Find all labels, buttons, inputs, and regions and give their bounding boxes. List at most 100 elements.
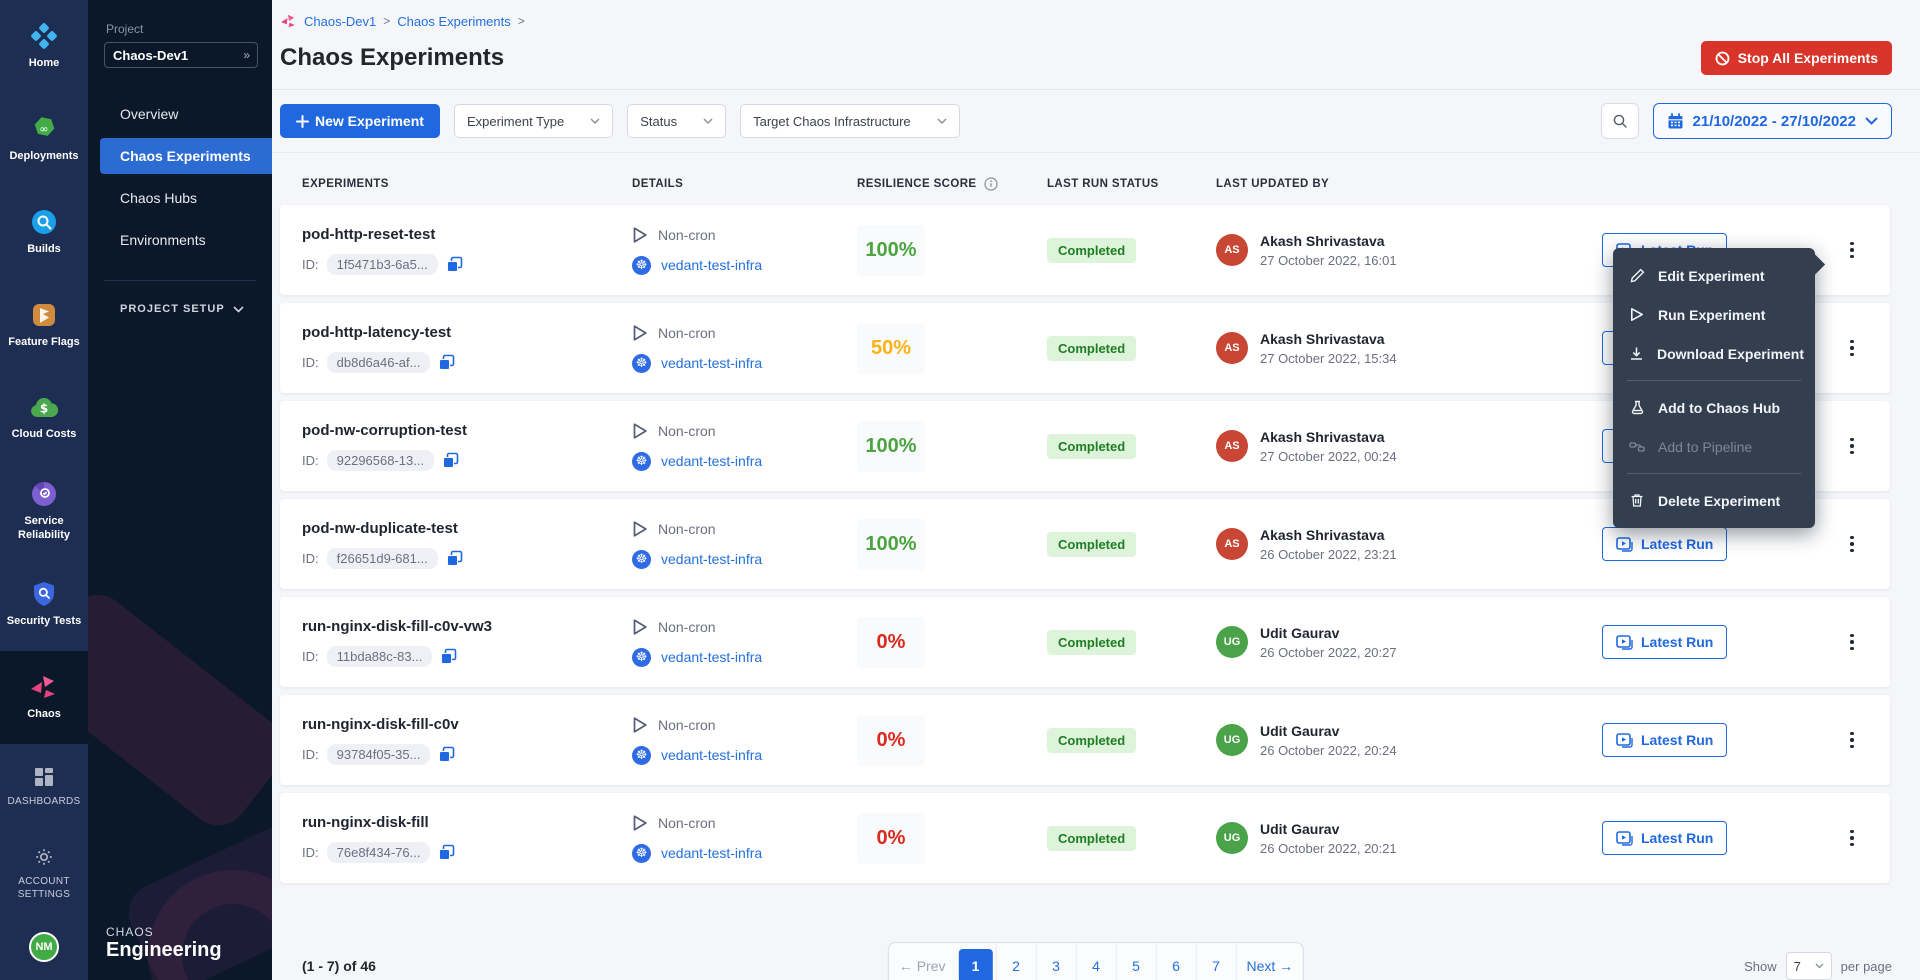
date-range-picker[interactable]: 21/10/2022 - 27/10/2022 [1653,103,1892,139]
rail-item-builds[interactable]: Builds [0,186,88,279]
experiment-name[interactable]: pod-http-latency-test [302,324,632,341]
experiment-name[interactable]: pod-nw-duplicate-test [302,520,632,537]
page-button-5[interactable]: 5 [1116,943,1156,980]
experiment-cell: pod-http-reset-test ID: 1f5471b3-6a5... [302,226,632,275]
page-button-3[interactable]: 3 [1036,943,1076,980]
row-menu-button[interactable] [1838,625,1866,659]
page-button-1[interactable]: 1 [956,943,996,980]
sidebar-item-overview[interactable]: Overview [88,96,272,132]
resilience-cell: 100% [857,519,1047,570]
kubernetes-icon: ☸ [632,550,651,569]
toolbar: New Experiment Experiment Type Status Ta… [272,90,1920,153]
row-menu-button[interactable] [1838,331,1866,365]
avatar: AS [1216,234,1248,266]
copy-icon[interactable] [442,452,459,469]
user-avatar[interactable]: NM [29,932,59,962]
new-experiment-button[interactable]: New Experiment [280,104,440,138]
target-infrastructure-filter[interactable]: Target Chaos Infrastructure [740,104,960,138]
experiment-name[interactable]: run-nginx-disk-fill [302,814,632,831]
infrastructure-link[interactable]: vedant-test-infra [661,355,762,371]
copy-icon[interactable] [446,550,463,567]
latest-run-button[interactable]: Latest Run [1602,723,1727,757]
experiment-name[interactable]: pod-http-reset-test [302,226,632,243]
trash-icon [1629,493,1645,508]
collapse-icon[interactable]: » [243,48,249,62]
infrastructure-link[interactable]: vedant-test-infra [661,257,762,273]
breadcrumb-experiments-link[interactable]: Chaos Experiments [397,14,510,29]
rail-item-cloud-costs[interactable]: $ Cloud Costs [0,372,88,465]
page-button-6[interactable]: 6 [1156,943,1196,980]
sidebar-item-environments[interactable]: Environments [88,222,272,258]
project-selector[interactable]: Chaos-Dev1 » [104,42,258,68]
experiment-cell: pod-nw-duplicate-test ID: f26651d9-681..… [302,520,632,569]
latest-run-button[interactable]: Latest Run [1602,527,1727,561]
latest-run-button[interactable]: Latest Run [1602,625,1727,659]
copy-icon[interactable] [438,746,455,763]
infrastructure-link[interactable]: vedant-test-infra [661,747,762,763]
rail-item-service-reliability[interactable]: Service Reliability [0,465,88,558]
rail-item-deployments[interactable]: ∞ Deployments [0,93,88,186]
page-button-7[interactable]: 7 [1196,943,1236,980]
info-icon[interactable] [984,177,998,191]
infrastructure-link[interactable]: vedant-test-infra [661,649,762,665]
copy-icon[interactable] [438,844,455,861]
row-menu-button[interactable] [1838,723,1866,757]
status-cell: Completed [1047,630,1216,655]
infrastructure-link[interactable]: vedant-test-infra [661,551,762,567]
menu-item-delete-experiment[interactable]: Delete Experiment [1613,481,1815,520]
updated-by-cell: UG Udit Gaurav 26 October 2022, 20:27 [1216,625,1602,660]
menu-item-edit-experiment[interactable]: Edit Experiment [1613,256,1815,295]
next-page-button[interactable]: Next → [1236,943,1304,980]
row-menu-button[interactable] [1838,429,1866,463]
status-filter[interactable]: Status [627,104,726,138]
kubernetes-icon: ☸ [632,256,651,275]
search-button[interactable] [1601,103,1639,139]
menu-item-download-experiment[interactable]: Download Experiment [1613,334,1815,373]
stop-all-experiments-button[interactable]: Stop All Experiments [1701,41,1892,75]
experiment-type-filter[interactable]: Experiment Type [454,104,613,138]
page-button-2[interactable]: 2 [996,943,1036,980]
row-menu-button[interactable] [1838,821,1866,855]
page-button-4[interactable]: 4 [1076,943,1116,980]
rail-item-feature-flags[interactable]: Feature Flags [0,279,88,372]
row-context-menu: Edit ExperimentRun ExperimentDownload Ex… [1613,248,1815,528]
resilience-score: 50% [857,323,925,374]
experiment-id: f26651d9-681... [327,548,438,569]
breadcrumb-project-link[interactable]: Chaos-Dev1 [304,14,376,29]
copy-icon[interactable] [440,648,457,665]
row-menu-button[interactable] [1838,527,1866,561]
row-menu-button[interactable] [1838,233,1866,267]
project-sidebar: Project Chaos-Dev1 » Overview Chaos Expe… [88,0,272,980]
infrastructure-link[interactable]: vedant-test-infra [661,453,762,469]
prev-page-button[interactable]: ← Prev [889,943,956,980]
rail-item-account-settings[interactable]: ACCOUNT SETTINGS [0,830,88,916]
rail-item-chaos[interactable]: Chaos [0,651,88,744]
schedule-type: Non-cron [658,717,716,733]
rail-item-dashboards[interactable]: DASHBOARDS [0,744,88,830]
experiment-id: 93784f05-35... [327,744,431,765]
feature-flags-icon [30,301,58,329]
copy-icon[interactable] [446,256,463,273]
experiment-name[interactable]: run-nginx-disk-fill-c0v-vw3 [302,618,632,635]
infrastructure-link[interactable]: vedant-test-infra [661,845,762,861]
menu-item-add-to-chaos-hub[interactable]: Add to Chaos Hub [1613,388,1815,427]
experiment-cell: pod-nw-corruption-test ID: 92296568-13..… [302,422,632,471]
sidebar-item-chaos-experiments[interactable]: Chaos Experiments [100,138,272,174]
experiment-name[interactable]: pod-nw-corruption-test [302,422,632,439]
project-label: Project [106,22,272,36]
chaos-logo-icon [280,13,297,29]
project-setup-toggle[interactable]: PROJECT SETUP [120,303,272,315]
sidebar-item-chaos-hubs[interactable]: Chaos Hubs [88,180,272,216]
search-icon [1612,113,1628,129]
updated-timestamp: 26 October 2022, 23:21 [1260,547,1397,562]
rail-item-security-tests[interactable]: Security Tests [0,558,88,651]
rail-item-home[interactable]: Home [0,0,88,93]
experiment-name[interactable]: run-nginx-disk-fill-c0v [302,716,632,733]
copy-icon[interactable] [438,354,455,371]
resilience-cell: 50% [857,323,1047,374]
page-size-select[interactable]: 7 [1786,952,1832,980]
menu-item-run-experiment[interactable]: Run Experiment [1613,295,1815,334]
latest-run-button[interactable]: Latest Run [1602,821,1727,855]
id-label: ID: [302,551,319,566]
avatar: UG [1216,626,1248,658]
